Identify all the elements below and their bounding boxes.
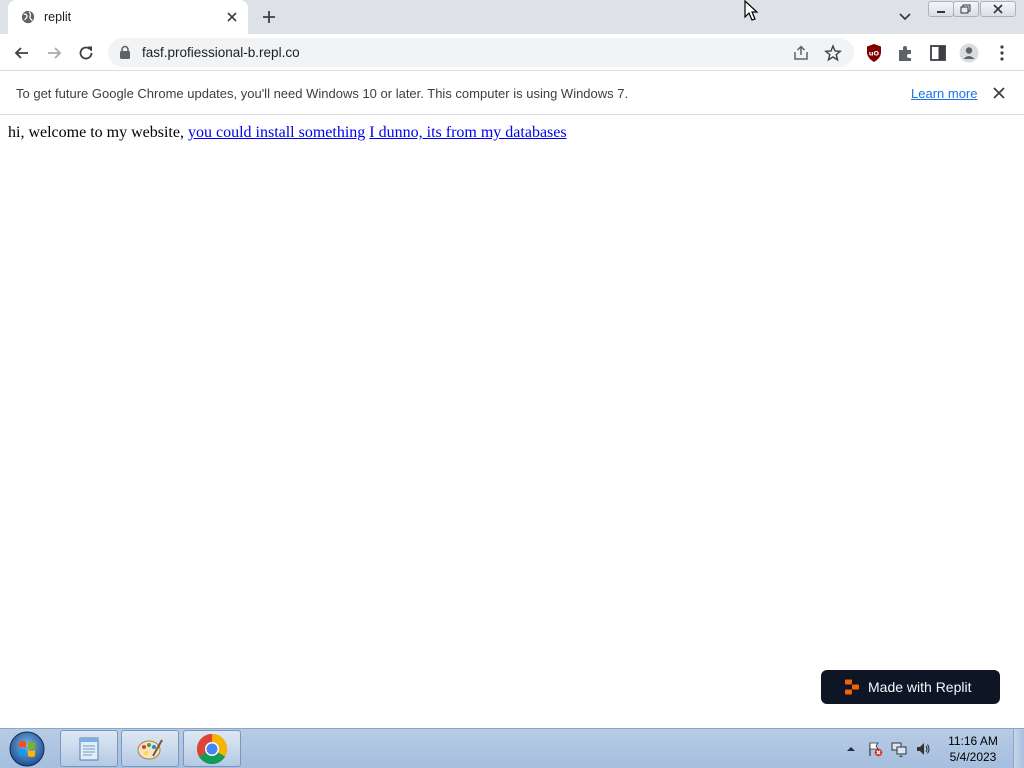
profile-avatar-icon[interactable] (959, 43, 979, 63)
close-icon (993, 4, 1003, 14)
globe-icon (21, 10, 35, 24)
windows-start-button-icon[interactable] (4, 730, 50, 768)
tab-search-chevron-icon[interactable] (897, 10, 913, 24)
mouse-cursor-icon (744, 0, 759, 21)
network-icon[interactable] (891, 741, 907, 757)
minimize-icon (937, 11, 945, 13)
ublock-origin-icon[interactable]: uO (864, 43, 884, 63)
svg-text:uO: uO (869, 50, 880, 58)
tab-strip: replit (0, 0, 1024, 34)
window-minimize-button[interactable] (928, 1, 954, 17)
window-restore-button[interactable] (953, 1, 979, 17)
forward-arrow-icon[interactable] (44, 43, 64, 63)
url-text[interactable]: fasf.profiessional-b.repl.co (142, 45, 300, 60)
replit-logo-icon (845, 679, 859, 695)
learn-more-link[interactable]: Learn more (911, 86, 977, 101)
browser-tab[interactable]: replit (8, 0, 248, 34)
infobar-close-icon[interactable] (992, 86, 1006, 100)
side-panel-icon[interactable] (928, 43, 948, 63)
databases-link[interactable]: I dunno, its from my databases (369, 124, 566, 141)
lock-icon[interactable] (118, 45, 132, 60)
show-desktop-button[interactable] (1013, 729, 1024, 768)
clock-date: 5/4/2023 (949, 750, 997, 764)
back-arrow-icon[interactable] (12, 43, 32, 63)
taskbar-chrome-button[interactable] (183, 730, 241, 767)
kebab-menu-icon[interactable] (992, 43, 1012, 63)
clock-time: 11:16 AM (948, 734, 998, 748)
share-icon[interactable] (792, 44, 810, 62)
taskbar-notepad-button[interactable] (60, 730, 118, 767)
page-content: hi, welcome to my website, you could ins… (0, 116, 1024, 728)
system-tray (843, 739, 939, 759)
chrome-icon (196, 733, 228, 764)
welcome-paragraph: hi, welcome to my website, you could ins… (8, 124, 567, 142)
action-center-flag-icon[interactable] (867, 741, 883, 757)
paint-icon (137, 739, 163, 759)
address-bar[interactable]: fasf.profiessional-b.repl.co (108, 38, 854, 67)
restore-icon (960, 4, 971, 14)
extensions-puzzle-icon[interactable] (896, 43, 916, 63)
taskbar-clock[interactable]: 11:16 AM 5/4/2023 (941, 733, 1005, 765)
new-tab-icon[interactable] (261, 9, 277, 25)
replit-badge-label: Made with Replit (868, 679, 972, 695)
show-hidden-icons-chevron-icon[interactable] (843, 741, 859, 757)
made-with-replit-button[interactable]: Made with Replit (821, 670, 1000, 704)
bookmark-star-icon[interactable] (824, 44, 842, 62)
install-link[interactable]: you could install something (188, 124, 365, 141)
windows-taskbar: 11:16 AM 5/4/2023 (0, 728, 1024, 768)
tab-close-icon[interactable] (225, 10, 239, 24)
volume-speaker-icon[interactable] (915, 741, 931, 757)
tab-title: replit (44, 10, 72, 24)
browser-toolbar: fasf.profiessional-b.repl.co uO (0, 34, 1024, 71)
reload-icon[interactable] (76, 43, 96, 63)
intro-text: hi, welcome to my website, (8, 124, 188, 141)
notepad-icon (79, 737, 99, 760)
taskbar-paint-button[interactable] (121, 730, 179, 767)
update-infobar: To get future Google Chrome updates, you… (0, 72, 1024, 115)
infobar-message: To get future Google Chrome updates, you… (16, 86, 629, 101)
window-close-button[interactable] (980, 1, 1016, 17)
